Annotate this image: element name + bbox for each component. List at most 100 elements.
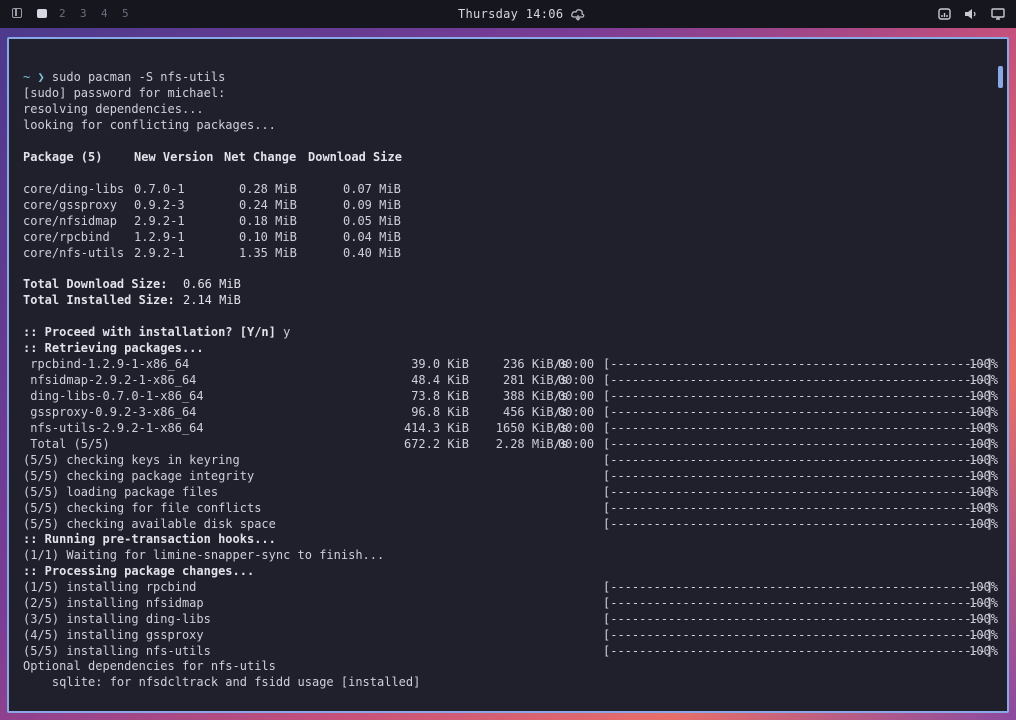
progress-percent: 100% (969, 485, 998, 499)
total-download-value: 0.66 MiB (183, 277, 241, 291)
workspace-1-active[interactable] (37, 9, 47, 18)
progress-bar: [---------------------------------------… (603, 421, 994, 435)
install-text: (4/5) installing gssproxy (23, 628, 204, 642)
progress-percent: 100% (969, 357, 998, 371)
download-row: gssproxy-0.9.2-3-x86_64 96.8 KiB 456 KiB/s… (23, 404, 998, 420)
package-row: core/ding-libs 0.7.0-1 0.28 MiB 0.07 MiB (23, 181, 998, 197)
workspace-3[interactable]: 3 (80, 7, 87, 20)
progress-bar: [---------------------------------------… (603, 501, 994, 515)
package-name: core/gssproxy (23, 198, 117, 212)
download-size: 96.8 KiB (411, 405, 469, 419)
network-icon[interactable] (938, 8, 951, 20)
package-download-size: 0.09 MiB (343, 198, 401, 212)
package-version: 2.9.2-1 (134, 246, 185, 260)
install-row: (5/5) installing nfs-utils [-------------… (23, 643, 998, 659)
download-name: nfs-utils-2.9.2-1-x86_64 (23, 421, 204, 435)
workspace-5[interactable]: 5 (122, 7, 129, 20)
progress-percent: 100% (969, 421, 998, 435)
check-text: (5/5) loading package files (23, 485, 219, 499)
check-row: (5/5) checking keys in keyring [---------… (23, 452, 998, 468)
download-size: 48.4 KiB (411, 373, 469, 387)
package-row: core/nfs-utils 2.9.2-1 1.35 MiB 0.40 MiB (23, 245, 998, 261)
download-row: nfsidmap-2.9.2-1-x86_64 48.4 KiB 281 KiB/s… (23, 372, 998, 388)
progress-bar: [---------------------------------------… (603, 389, 994, 403)
header-new-version: New Version (134, 150, 214, 164)
progress-bar: [---------------------------------------… (603, 437, 994, 451)
download-size: 39.0 KiB (411, 357, 469, 371)
install-row: (2/5) installing nfsidmap [--------------… (23, 595, 998, 611)
package-download-size: 0.05 MiB (343, 214, 401, 228)
progress-bar: [---------------------------------------… (603, 580, 994, 594)
download-time: 00:00 (558, 405, 595, 419)
progress-bar: [---------------------------------------… (603, 405, 994, 419)
install-text: (3/5) installing ding-libs (23, 612, 211, 626)
check-text: (5/5) checking available disk space (23, 517, 276, 531)
check-row: (5/5) checking available disk space [----… (23, 516, 998, 532)
check-row: (5/5) checking package integrity [-------… (23, 468, 998, 484)
package-row: core/nfsidmap 2.9.2-1 0.18 MiB 0.05 MiB (23, 213, 998, 229)
progress-percent: 100% (969, 373, 998, 387)
workspace-4[interactable]: 4 (101, 7, 108, 20)
header-download-size: Download Size (308, 150, 402, 164)
check-row: (5/5) checking for file conflicts [------… (23, 500, 998, 516)
output-line: resolving dependencies... (23, 102, 204, 116)
pre-hooks-header: :: Running pre-transaction hooks... (23, 532, 276, 546)
progress-percent: 100% (969, 405, 998, 419)
progress-bar: [---------------------------------------… (603, 485, 994, 499)
progress-bar: [---------------------------------------… (603, 453, 994, 467)
package-version: 0.7.0-1 (134, 182, 185, 196)
check-text: (5/5) checking keys in keyring (23, 453, 240, 467)
command-text: sudo pacman -S nfs-utils (51, 70, 226, 84)
download-row: Total (5/5) 672.2 KiB 2.28 MiB/s 00:00 [----… (23, 436, 998, 452)
package-net-change: 0.18 MiB (239, 214, 297, 228)
package-version: 0.9.2-3 (134, 198, 185, 212)
scrollbar[interactable] (998, 66, 1003, 88)
progress-percent: 100% (969, 389, 998, 403)
clock[interactable]: Thursday 14:06 (458, 7, 563, 21)
download-name: gssproxy-0.9.2-3-x86_64 (23, 405, 197, 419)
install-text: (5/5) installing nfs-utils (23, 644, 211, 658)
workspace-overview-icon[interactable] (12, 8, 22, 18)
package-table-header: Package (5) New Version Net Change Downl… (23, 149, 443, 165)
package-name: core/ding-libs (23, 182, 125, 196)
download-size: 672.2 KiB (403, 437, 469, 451)
top-bar: 2 3 4 5 Thursday 14:06 (0, 0, 1016, 28)
total-download-label: Total Download Size: (23, 277, 168, 291)
display-icon[interactable] (991, 8, 1005, 20)
progress-bar: [---------------------------------------… (603, 628, 994, 642)
download-time: 00:00 (558, 357, 595, 371)
progress-percent: 100% (969, 596, 998, 610)
proceed-line: :: Proceed with installation? [Y/n] y (23, 324, 290, 340)
volume-icon[interactable] (964, 8, 978, 20)
progress-percent: 100% (969, 612, 998, 626)
download-name: nfsidmap-2.9.2-1-x86_64 (23, 373, 197, 387)
download-row: rpcbind-1.2.9-1-x86_64 39.0 KiB 236 KiB/s 0… (23, 356, 998, 372)
download-time: 00:00 (558, 437, 595, 451)
progress-bar: [---------------------------------------… (603, 357, 994, 371)
package-download-size: 0.07 MiB (343, 182, 401, 196)
progress-bar: [---------------------------------------… (603, 612, 994, 626)
processing-header: :: Processing package changes... (23, 564, 255, 578)
progress-bar: [---------------------------------------… (603, 373, 994, 387)
download-size: 414.3 KiB (403, 421, 469, 435)
package-net-change: 0.24 MiB (239, 198, 297, 212)
progress-bar: [---------------------------------------… (603, 469, 994, 483)
workspace-2[interactable]: 2 (59, 7, 66, 20)
header-package: Package (5) (23, 150, 103, 164)
install-text: (1/5) installing rpcbind (23, 580, 197, 594)
prompt: ~ ❯ (23, 70, 45, 84)
progress-percent: 100% (969, 437, 998, 451)
download-row: nfs-utils-2.9.2-1-x86_64 414.3 KiB 1650 Ki… (23, 420, 998, 436)
package-name: core/nfs-utils (23, 246, 125, 260)
check-text: (5/5) checking package integrity (23, 469, 255, 483)
package-row: core/rpcbind 1.2.9-1 0.10 MiB 0.04 MiB (23, 229, 998, 245)
progress-percent: 100% (969, 517, 998, 531)
command-line: ~ ❯ sudo pacman -S nfs-utils (23, 69, 225, 85)
package-name: core/rpcbind (23, 230, 110, 244)
terminal-window[interactable]: ~ ❯ sudo pacman -S nfs-utils [sudo] pass… (7, 37, 1009, 713)
optional-item: sqlite: for nfsdcltrack and fsidd usage … (23, 675, 421, 689)
progress-percent: 100% (969, 628, 998, 642)
weather-icon[interactable] (571, 9, 585, 21)
package-net-change: 0.10 MiB (239, 230, 297, 244)
package-row: core/gssproxy 0.9.2-3 0.24 MiB 0.09 MiB (23, 197, 998, 213)
